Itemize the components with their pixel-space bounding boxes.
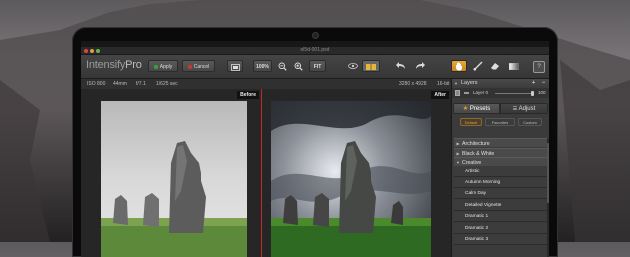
chevron-right-icon: ▶ xyxy=(456,141,460,146)
fit-button[interactable]: FIT xyxy=(309,60,326,72)
tab-presets[interactable]: ★ Presets xyxy=(453,103,500,114)
main-toolbar: IntensifyPro Apply Cancel 100% FIT ? xyxy=(81,55,549,79)
shutter-value: 1/625 sec xyxy=(156,81,178,87)
brush-tool-button[interactable] xyxy=(470,59,486,73)
after-photo xyxy=(271,101,431,257)
photo-info-bar: ISO 800 44mm f/7.1 1/625 sec 3280 x 4928… xyxy=(81,79,451,89)
aperture-value: f/7.1 xyxy=(136,81,146,87)
before-photo xyxy=(101,101,247,257)
before-after-view[interactable]: Before After xyxy=(81,89,451,257)
star-icon: ★ xyxy=(462,106,469,112)
opacity-value: 100 xyxy=(538,90,546,95)
app-screen: el5d-001.psd IntensifyPro Apply Cancel 1… xyxy=(81,41,549,257)
after-pane: After xyxy=(262,89,451,257)
cancel-icon xyxy=(187,64,192,69)
layer-thumbnail xyxy=(455,90,460,96)
preset-item[interactable]: Dramatic 3 xyxy=(454,235,547,245)
layers-title: Layers xyxy=(461,80,478,86)
focal-length-value: 44mm xyxy=(113,81,127,87)
preset-item[interactable]: Dramatic 2 xyxy=(454,224,547,234)
add-layer-button[interactable]: + xyxy=(532,79,535,88)
category-label: Architecture xyxy=(462,141,490,147)
preset-filter-tabs: Default Favorites Custom xyxy=(452,117,549,127)
after-label: After xyxy=(431,91,449,99)
before-label: Before xyxy=(237,91,259,99)
eraser-tool-button[interactable] xyxy=(487,59,503,73)
gradient-icon xyxy=(508,62,520,70)
opacity-slider[interactable] xyxy=(495,92,533,94)
app-logo: IntensifyPro xyxy=(86,59,142,71)
preset-item[interactable]: Dramatic 1 xyxy=(454,212,547,222)
preview-toggle-button[interactable] xyxy=(345,59,361,73)
visibility-icon[interactable] xyxy=(464,92,469,94)
right-panel: ▼ Layers + − Layer 0 100 ★ Presets ☰ Adj… xyxy=(451,79,549,257)
disclosure-icon[interactable]: ▼ xyxy=(454,79,458,88)
window-title: el5d-001.psd xyxy=(300,47,330,53)
iso-value: ISO 800 xyxy=(87,81,106,87)
sliders-icon: ☰ xyxy=(512,106,518,112)
preset-item[interactable]: Calm Day xyxy=(454,189,547,199)
zoom-out-button[interactable] xyxy=(274,59,290,73)
preset-item[interactable]: Autumn Morning xyxy=(454,178,547,188)
apply-button[interactable]: Apply xyxy=(148,60,178,72)
chevron-down-icon: ▼ xyxy=(456,160,460,165)
hand-icon xyxy=(456,62,462,71)
window-titlebar: el5d-001.psd xyxy=(81,47,549,55)
cancel-label: Cancel xyxy=(193,64,210,70)
split-view-icon xyxy=(366,64,376,70)
help-icon: ? xyxy=(533,61,545,73)
subtab-favorites[interactable]: Favorites xyxy=(485,118,515,126)
before-pane: Before xyxy=(81,89,261,257)
tab-presets-label: Presets xyxy=(469,106,491,112)
subtab-default[interactable]: Default xyxy=(460,118,482,126)
eye-icon xyxy=(348,63,358,69)
tab-adjust-label: Adjust xyxy=(518,106,536,112)
check-icon xyxy=(153,64,158,69)
layer-row[interactable]: Layer 0 100 xyxy=(452,88,549,98)
panel-tabs: ★ Presets ☰ Adjust xyxy=(452,103,549,114)
category-label: Creative xyxy=(462,160,482,166)
zoom-in-button[interactable] xyxy=(290,59,306,73)
crop-icon xyxy=(230,63,240,71)
subtab-custom[interactable]: Custom xyxy=(518,118,542,126)
zoom-in-icon xyxy=(294,62,303,71)
presets-scrollbar[interactable] xyxy=(547,139,549,257)
help-button[interactable]: ? xyxy=(531,59,547,73)
laptop-bezel: el5d-001.psd IntensifyPro Apply Cancel 1… xyxy=(72,27,558,257)
zoom-out-icon xyxy=(278,62,287,71)
layer-name: Layer 0 xyxy=(473,90,489,95)
scrollbar-thumb[interactable] xyxy=(547,143,549,203)
split-view-button[interactable] xyxy=(362,60,380,72)
webcam xyxy=(312,32,319,39)
redo-button[interactable] xyxy=(412,59,428,73)
brush-icon xyxy=(473,61,483,71)
crop-button[interactable] xyxy=(227,60,243,72)
preset-item[interactable]: Artistic xyxy=(454,167,547,177)
tab-adjust[interactable]: ☰ Adjust xyxy=(500,103,548,114)
remove-layer-button[interactable]: − xyxy=(542,79,545,88)
cancel-button[interactable]: Cancel xyxy=(182,60,215,72)
category-architecture[interactable]: ▶ Architecture xyxy=(454,138,547,147)
hand-tool-button[interactable] xyxy=(451,60,467,72)
undo-button[interactable] xyxy=(393,59,409,73)
layers-header: ▼ Layers + − xyxy=(452,79,549,88)
bitdepth-value: 16-bit xyxy=(437,81,450,87)
redo-icon xyxy=(416,62,425,69)
category-creative[interactable]: ▼ Creative xyxy=(454,157,547,166)
dimensions-value: 3280 x 4928 xyxy=(399,81,427,87)
apply-label: Apply xyxy=(159,64,173,70)
category-black-white[interactable]: ▶ Black & White xyxy=(454,148,547,157)
preset-item[interactable]: Detailed Vignette xyxy=(454,201,547,211)
opacity-slider-handle[interactable] xyxy=(531,90,534,96)
gradient-tool-button[interactable] xyxy=(506,59,522,73)
zoom-level-button[interactable]: 100% xyxy=(253,60,272,72)
undo-icon xyxy=(396,62,405,69)
eraser-icon xyxy=(491,63,499,70)
